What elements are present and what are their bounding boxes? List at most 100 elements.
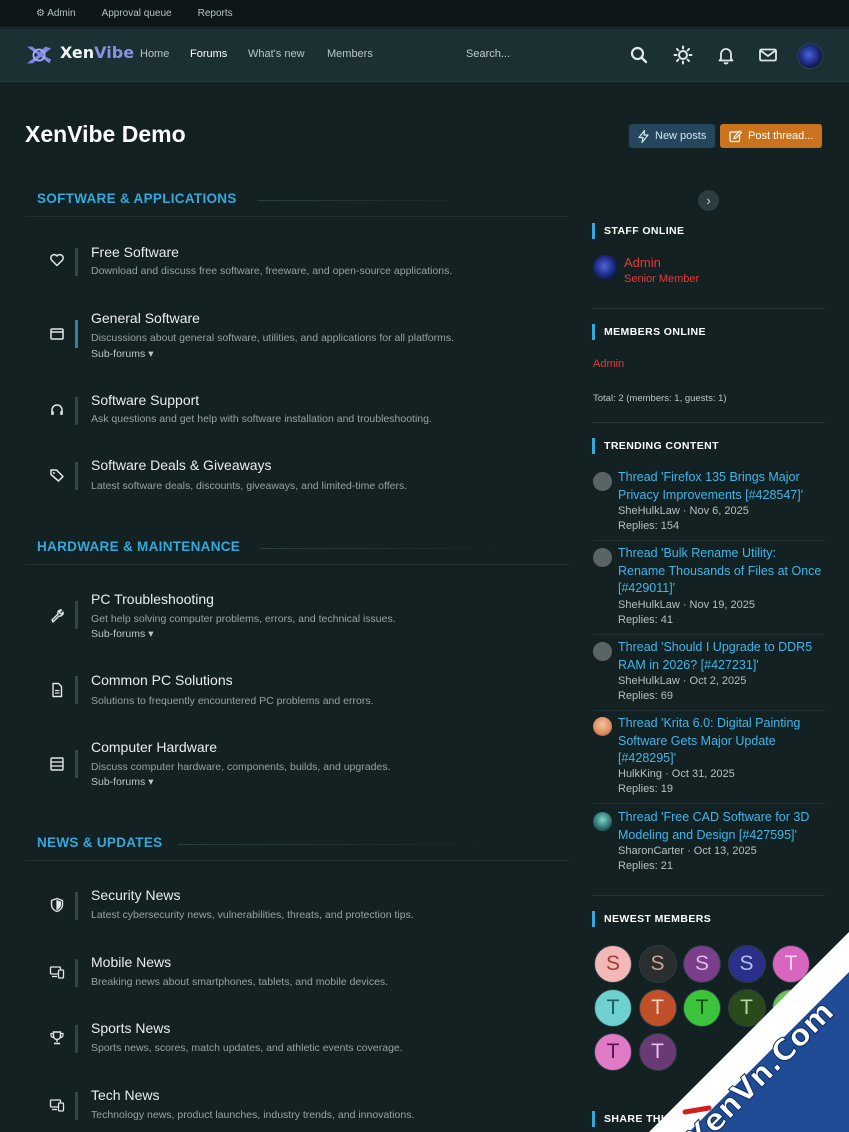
forum-description: Solutions to frequently encountered PC p… <box>91 695 374 707</box>
forum-title[interactable]: Computer Hardware <box>91 739 217 755</box>
member-avatar[interactable]: T <box>638 989 677 1027</box>
theme-toggle-icon[interactable] <box>673 45 693 65</box>
post-thread-button[interactable]: Post thread... <box>720 124 823 148</box>
trending-thread-link[interactable]: Thread 'Free CAD Software for 3D Modelin… <box>618 809 823 844</box>
subforums-toggle[interactable]: Sub-forums ▾ <box>91 776 153 788</box>
trending-thread-link[interactable]: Thread 'Krita 6.0: Digital Painting Soft… <box>618 715 823 768</box>
category-title[interactable]: SOFTWARE & APPLICATIONS <box>37 191 237 206</box>
member-avatar[interactable]: T <box>638 1033 677 1071</box>
staff-name[interactable]: Admin <box>624 255 661 270</box>
avatar[interactable] <box>593 642 612 661</box>
admin-bar: ⚙ Admin Approval queue Reports <box>0 0 849 28</box>
member-avatar[interactable]: T <box>594 1033 632 1071</box>
forum-title[interactable]: Software Support <box>91 392 199 408</box>
brand-xen: Xen <box>60 43 95 62</box>
nav-home[interactable]: Home <box>140 48 169 60</box>
chevron-right-icon[interactable]: › <box>698 190 719 211</box>
search-icon[interactable] <box>629 45 649 65</box>
avatar[interactable] <box>593 717 612 736</box>
category-title[interactable]: NEWS & UPDATES <box>37 835 162 850</box>
trending-replies: Replies: 19 <box>618 783 674 795</box>
trophy-icon <box>50 1031 64 1045</box>
forum-description: Discuss computer hardware, components, b… <box>91 761 391 773</box>
category-separator <box>25 564 569 565</box>
category-divider <box>178 844 498 845</box>
new-posts-label: New posts <box>655 130 707 142</box>
subforums-label: Sub-forums <box>91 348 146 360</box>
trending-separator <box>593 540 825 541</box>
member-avatar[interactable]: T <box>683 989 721 1027</box>
forum-title[interactable]: General Software <box>91 310 200 326</box>
reports-link[interactable]: Reports <box>198 8 233 19</box>
forum-status-bar <box>75 601 78 629</box>
forum-description: Discussions about general software, util… <box>91 332 455 344</box>
forum-description: Latest software deals, discounts, giveaw… <box>91 480 408 492</box>
forum-status-bar <box>75 892 78 920</box>
forum-description: Download and discuss free software, free… <box>91 265 453 277</box>
members-online-heading: MEMBERS ONLINE <box>592 324 706 340</box>
devices-icon <box>49 966 65 979</box>
nav-forums[interactable]: Forums <box>190 48 227 60</box>
bell-icon[interactable] <box>716 45 736 65</box>
member-avatar[interactable]: S <box>594 945 632 983</box>
avatar[interactable] <box>593 812 612 831</box>
user-avatar[interactable] <box>797 43 823 69</box>
category-title[interactable]: HARDWARE & MAINTENANCE <box>37 539 240 554</box>
member-avatar[interactable]: S <box>638 945 677 983</box>
category-separator <box>25 216 569 217</box>
mail-icon[interactable] <box>758 45 778 65</box>
member-avatar[interactable]: S <box>727 945 766 983</box>
newest-members-heading: NEWEST MEMBERS <box>592 911 711 927</box>
subforums-toggle[interactable]: Sub-forums ▾ <box>91 348 153 360</box>
edit-icon <box>729 129 742 142</box>
member-avatar[interactable]: T <box>772 989 810 1027</box>
forum-status-bar <box>75 1092 78 1120</box>
search-input[interactable]: Search... <box>466 48 510 60</box>
trending-thread-link[interactable]: Thread 'Bulk Rename Utility: Rename Thou… <box>618 545 823 598</box>
forum-title[interactable]: Security News <box>91 887 180 903</box>
bolt-icon <box>638 129 649 143</box>
forum-description: Sports news, scores, match updates, and … <box>91 1042 403 1054</box>
new-posts-button[interactable]: New posts <box>629 124 716 148</box>
forum-description: Get help solving computer problems, erro… <box>91 613 396 625</box>
staff-online-heading: STAFF ONLINE <box>592 223 684 239</box>
admin-label: Admin <box>47 8 76 19</box>
forum-title[interactable]: Mobile News <box>91 954 171 970</box>
caret-down-icon: ▾ <box>148 776 154 788</box>
avatar[interactable] <box>593 472 612 491</box>
forum-title[interactable]: Tech News <box>91 1087 159 1103</box>
trending-thread-link[interactable]: Thread 'Should I Upgrade to DDR5 RAM in … <box>618 639 823 674</box>
member-avatar[interactable]: S <box>683 945 721 983</box>
forum-title[interactable]: Sports News <box>91 1020 170 1036</box>
member-avatar[interactable]: T <box>727 989 766 1027</box>
nav-whats-new[interactable]: What's new <box>248 48 305 60</box>
forum-title[interactable]: PC Troubleshooting <box>91 591 214 607</box>
forum-status-bar <box>75 397 78 425</box>
admin-link[interactable]: ⚙ Admin <box>36 8 76 19</box>
trending-heading: TRENDING CONTENT <box>592 438 719 454</box>
trending-replies: Replies: 41 <box>618 614 674 626</box>
trending-meta: SheHulkLaw · Nov 6, 2025 <box>618 505 749 517</box>
trending-replies: Replies: 21 <box>618 860 674 872</box>
online-total: Total: 2 (members: 1, guests: 1) <box>593 393 727 404</box>
online-member-link[interactable]: Admin <box>593 358 624 370</box>
nav-members[interactable]: Members <box>327 48 373 60</box>
forum-description: Breaking news about smartphones, tablets… <box>91 976 389 988</box>
member-avatar[interactable]: T <box>594 989 632 1027</box>
brand-vibe: Vibe <box>94 43 135 62</box>
brand-logo[interactable]: XenVibe <box>60 43 134 62</box>
forum-status-bar <box>75 1025 78 1053</box>
forum-title[interactable]: Free Software <box>91 244 179 260</box>
subforums-toggle[interactable]: Sub-forums ▾ <box>91 628 153 640</box>
heart-icon <box>50 253 64 267</box>
approval-queue-link[interactable]: Approval queue <box>102 8 172 19</box>
avatar[interactable] <box>593 255 618 280</box>
forum-title[interactable]: Common PC Solutions <box>91 672 233 688</box>
trending-thread-link[interactable]: Thread 'Firefox 135 Brings Major Privacy… <box>618 469 823 504</box>
share-heading: SHARE THIS <box>592 1111 672 1127</box>
member-avatar[interactable]: T <box>772 945 810 983</box>
main-navbar: XenVibe Home Forums What's new Members S… <box>0 29 849 82</box>
forum-title[interactable]: Software Deals & Giveaways <box>91 457 272 473</box>
avatar[interactable] <box>593 548 612 567</box>
forum-description: Ask questions and get help with software… <box>91 413 432 425</box>
